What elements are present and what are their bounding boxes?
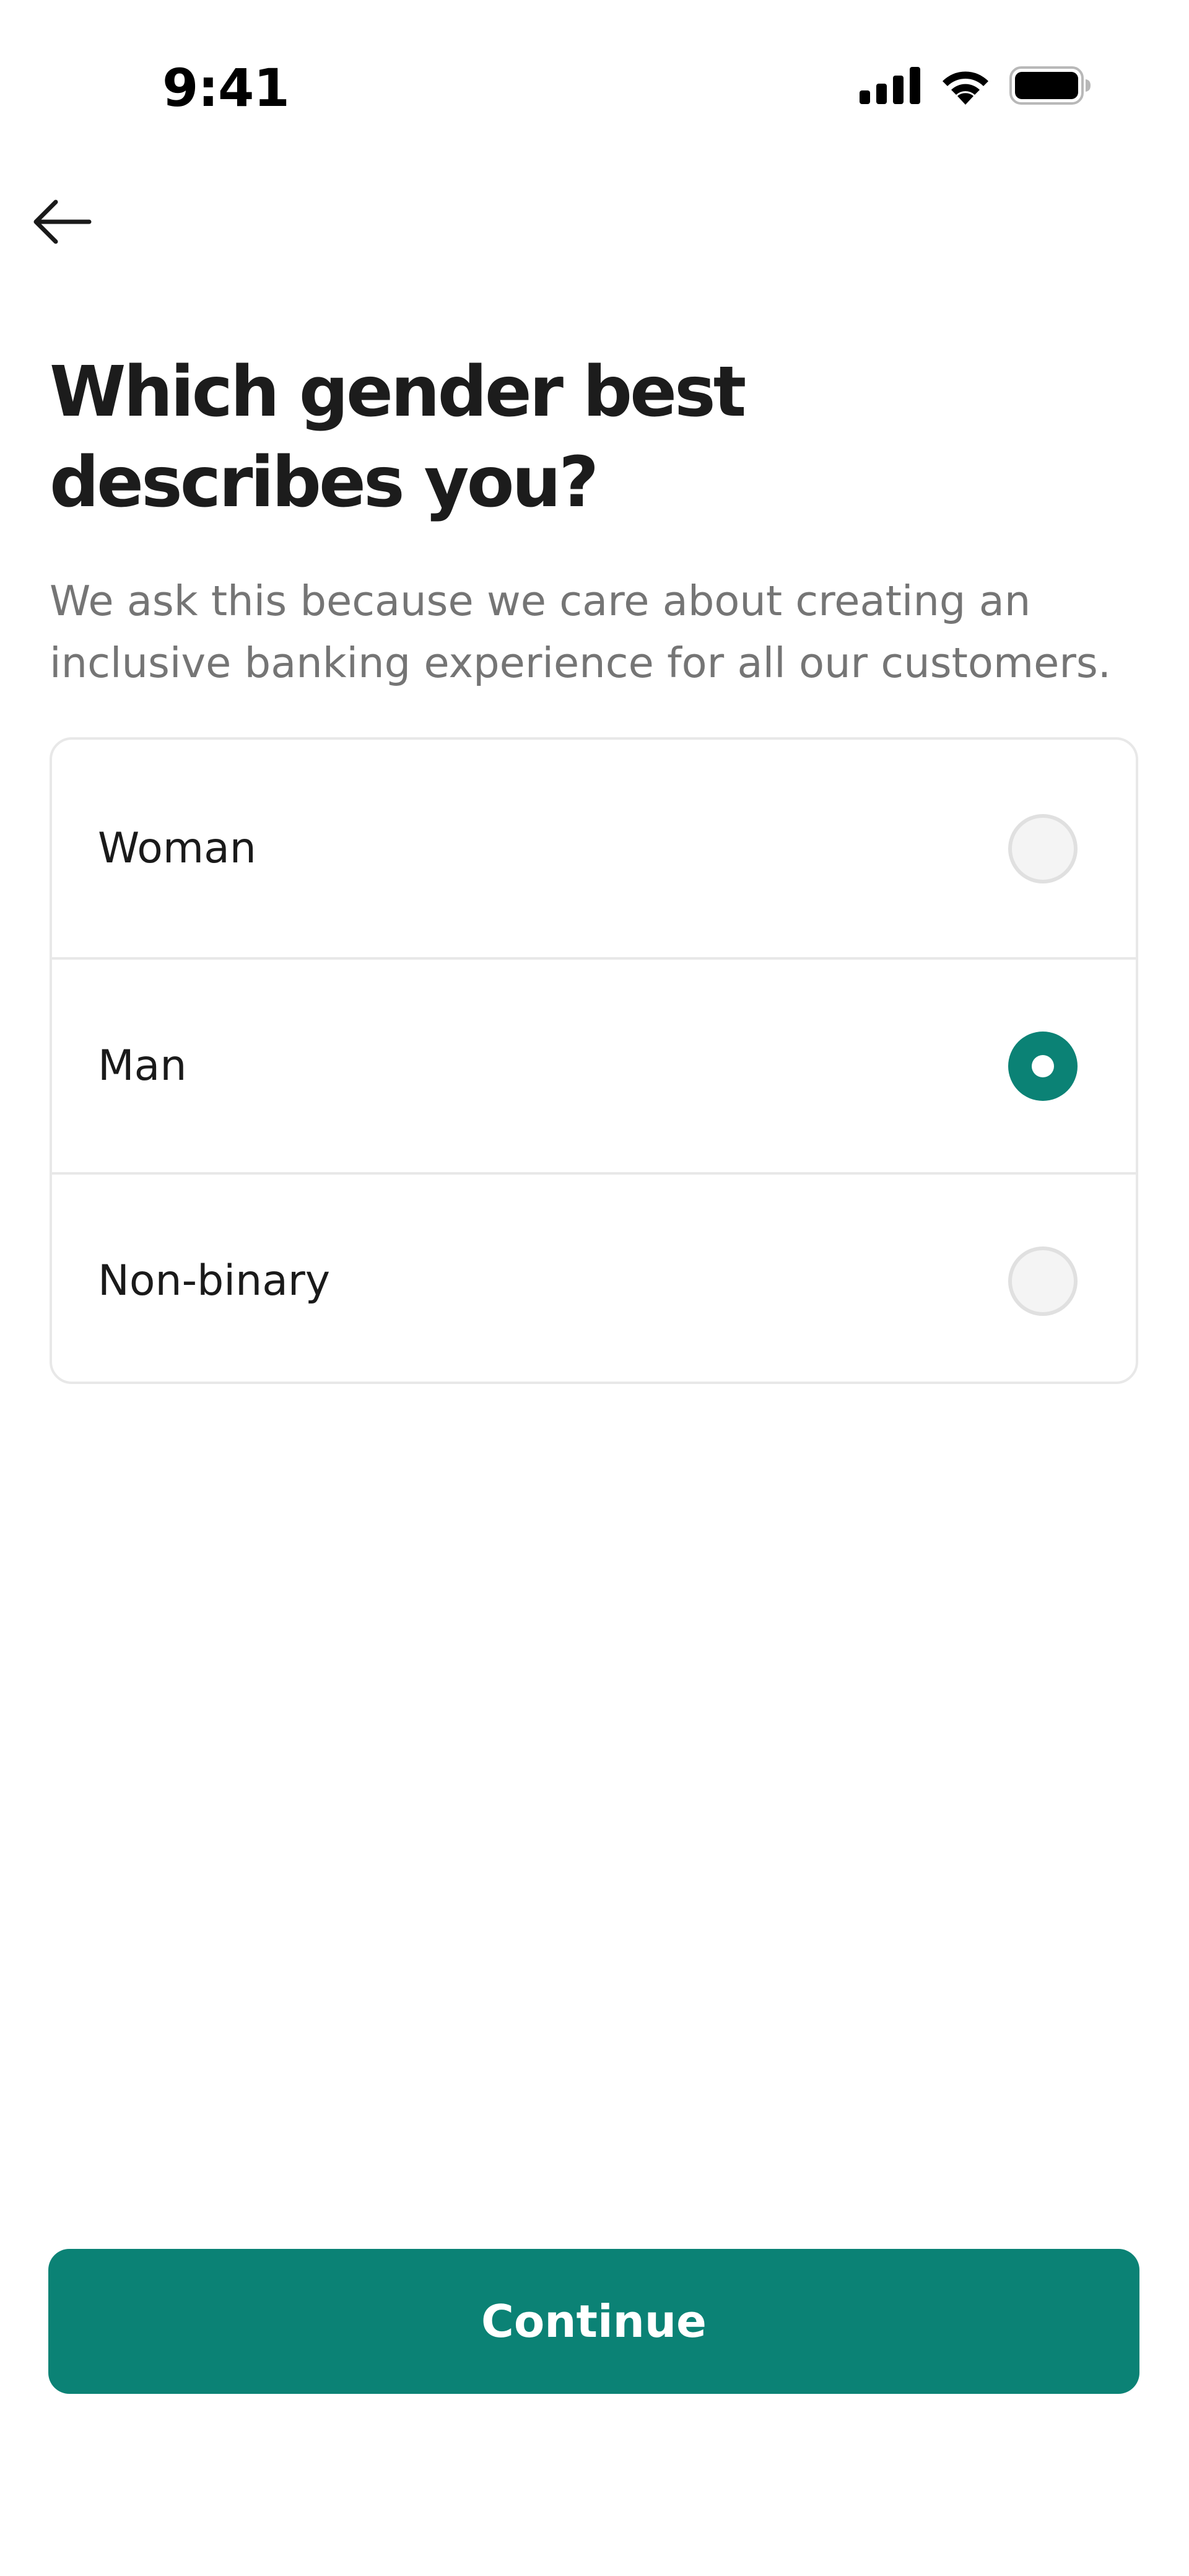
radio-button-unselected[interactable] <box>1008 1246 1078 1316</box>
option-label: Woman <box>98 824 256 873</box>
option-non-binary[interactable]: Non-binary <box>52 1172 1136 1382</box>
wifi-icon <box>939 66 992 108</box>
option-label: Man <box>98 1041 187 1090</box>
page-subtitle: We ask this because we care about creati… <box>50 577 1112 687</box>
back-button[interactable] <box>25 192 99 254</box>
battery-icon <box>1009 66 1091 108</box>
option-woman[interactable]: Woman <box>52 740 1136 957</box>
status-time: 9:41 <box>162 58 290 118</box>
status-icons <box>860 66 1091 108</box>
option-man[interactable]: Man <box>52 957 1136 1172</box>
gender-options-card: Woman Man Non-binary <box>50 737 1138 1384</box>
status-bar: 9:41 <box>0 0 1189 167</box>
cellular-signal-icon <box>860 66 921 107</box>
radio-button-selected[interactable] <box>1008 1031 1078 1101</box>
page-title: Which gender best describes you? <box>50 352 746 523</box>
option-label: Non-binary <box>98 1256 331 1305</box>
radio-button-unselected[interactable] <box>1008 813 1078 883</box>
arrow-left-icon <box>32 198 92 248</box>
continue-button[interactable]: Continue <box>48 2249 1139 2394</box>
